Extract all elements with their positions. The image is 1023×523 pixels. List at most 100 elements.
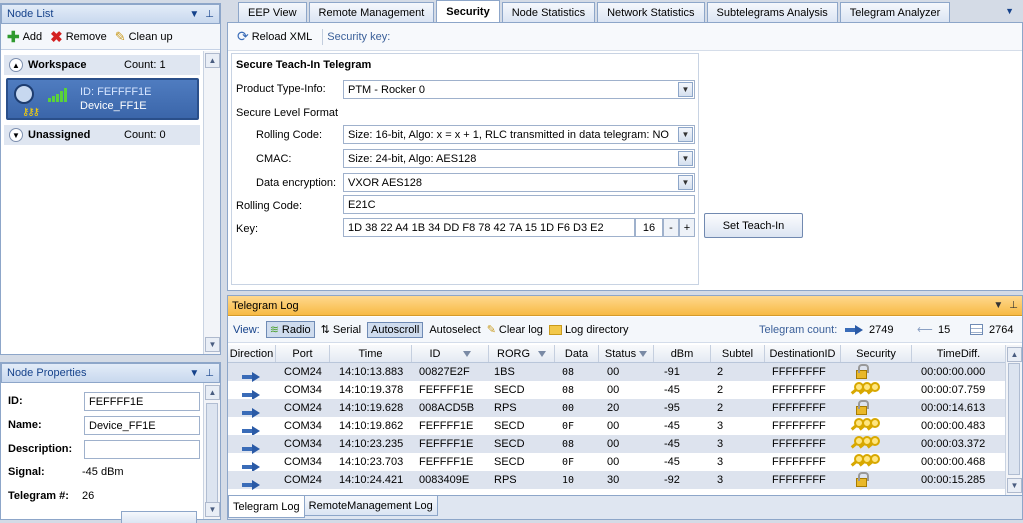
security-key-label[interactable]: Security key:	[327, 31, 390, 43]
rolling-code-select[interactable]: Size: 16-bit, Algo: x = x + 1, RLC trans…	[343, 125, 695, 144]
tab-security[interactable]: Security	[436, 0, 500, 22]
col-data[interactable]: Data	[555, 345, 599, 362]
serial-toggle[interactable]: ⇅ Serial	[321, 323, 361, 337]
table-row[interactable]: COM24 14:10:24.421 0083409E RPS 10 30 -92 3 FFFF…	[228, 471, 1006, 490]
scroll-thumb[interactable]	[206, 403, 218, 507]
cmac-select[interactable]: Size: 24-bit, Algo: AES128 ▼	[343, 149, 695, 168]
incoming-arrow-icon	[242, 407, 260, 418]
chevron-down-icon[interactable]: ▼	[678, 151, 693, 166]
expand-icon[interactable]: ▼	[9, 128, 23, 142]
node-list-scrollbar[interactable]: ▲ ▼	[203, 51, 220, 354]
log-scrollbar[interactable]: ▲ ▼	[1005, 345, 1022, 495]
filter-icon[interactable]	[639, 350, 648, 357]
cell-subtel: 3	[717, 456, 724, 468]
pin-icon[interactable]: ⊥	[205, 368, 214, 379]
col-status[interactable]: Status	[599, 345, 654, 362]
col-security[interactable]: Security	[841, 345, 912, 362]
scroll-up-button[interactable]: ▲	[205, 385, 220, 400]
product-type-select[interactable]: PTM - Rocker 0 ▼	[343, 80, 695, 99]
cell-time: 14:10:13.883	[339, 366, 404, 378]
tab-subtelegrams-analysis[interactable]: Subtelegrams Analysis	[706, 2, 838, 22]
filter-icon[interactable]	[538, 350, 546, 357]
data-encryption-select[interactable]: VXOR AES128 ▼	[343, 173, 695, 192]
tab-remote-management[interactable]: Remote Management	[308, 2, 435, 22]
log-directory-button[interactable]: Log directory	[548, 324, 629, 336]
prop-extra-button[interactable]	[121, 511, 197, 523]
col-time[interactable]: Time	[330, 345, 412, 362]
autoselect-toggle[interactable]: Autoselect	[429, 324, 480, 336]
scroll-up-button[interactable]: ▲	[205, 53, 220, 68]
device-name: Device_FF1E	[80, 100, 147, 112]
col-rorg[interactable]: RORG	[489, 345, 555, 362]
cell-status: 00	[607, 420, 620, 432]
rolling-code-input[interactable]	[343, 195, 695, 214]
table-row[interactable]: COM24 14:10:19.628 008ACD5B RPS 00 20 -95 2 FFFF…	[228, 399, 1006, 418]
col-dbm[interactable]: dBm	[654, 345, 711, 362]
prop-id-field[interactable]	[84, 392, 200, 411]
unassigned-group[interactable]: ▼ Unassigned Count: 0	[4, 125, 200, 145]
tab-network-statistics[interactable]: Network Statistics	[597, 2, 705, 22]
cell-time: 14:10:19.378	[339, 384, 404, 396]
set-teach-in-button[interactable]: Set Teach-In	[704, 213, 803, 238]
scroll-down-button[interactable]: ▼	[205, 502, 220, 517]
dropdown-icon[interactable]: ▼	[189, 9, 199, 20]
cell-port: COM24	[284, 402, 322, 414]
signal-bars-icon	[48, 88, 67, 102]
dropdown-icon[interactable]: ▼	[993, 300, 1003, 311]
tab-telegram-log[interactable]: Telegram Log	[228, 496, 305, 518]
device-item[interactable]: ⚷⚷⚷ ID: FEFFFF1E Device_FF1E	[6, 78, 199, 120]
data-encryption-label: Data encryption:	[256, 177, 337, 189]
node-properties-scrollbar[interactable]: ▲ ▼	[203, 383, 220, 519]
col-destination[interactable]: DestinationID	[765, 345, 841, 362]
autoscroll-toggle[interactable]: Autoscroll	[367, 321, 424, 338]
radio-toggle[interactable]: ≋ Radio	[265, 321, 315, 338]
scroll-down-button[interactable]: ▼	[1007, 478, 1022, 493]
chevron-down-icon[interactable]: ▼	[678, 175, 693, 190]
scroll-thumb[interactable]	[1008, 363, 1020, 475]
pin-icon[interactable]: ⊥	[205, 9, 214, 20]
table-row[interactable]: COM34 14:10:19.378 FEFFFF1E SECD 08 00 -45 2 FFF…	[228, 381, 1006, 400]
cell-dest: FFFFFFFF	[772, 438, 826, 450]
add-button[interactable]: ✚ Add	[7, 28, 42, 46]
collapse-icon[interactable]: ▲	[9, 58, 23, 72]
cell-dbm: -91	[664, 366, 680, 378]
table-row[interactable]: COM24 14:10:13.883 00827E2F 1BS 08 00 -91 2 FFFF…	[228, 363, 1006, 382]
prop-description-field[interactable]	[84, 440, 200, 459]
clean-up-button[interactable]: ✎ Clean up	[115, 29, 173, 45]
col-direction[interactable]: Direction	[228, 345, 276, 362]
scroll-down-button[interactable]: ▼	[205, 337, 220, 352]
scroll-up-button[interactable]: ▲	[1007, 347, 1022, 362]
tab-telegram-analyzer[interactable]: Telegram Analyzer	[839, 2, 951, 22]
filter-icon[interactable]	[462, 350, 471, 357]
col-id[interactable]: ID	[412, 345, 489, 362]
reload-xml-button[interactable]: ⟳ Reload XML	[237, 28, 312, 45]
cell-time: 14:10:19.862	[339, 420, 404, 432]
tab-eep-view[interactable]: EEP View	[238, 2, 307, 22]
tab-menu-icon[interactable]: ▼	[1005, 6, 1014, 16]
col-timediff[interactable]: TimeDiff.	[912, 345, 1006, 362]
key-decrement-button[interactable]: -	[663, 218, 679, 237]
prop-name-field[interactable]	[84, 416, 200, 435]
node-list-panel: Node List ▼ ⊥ ✚ Add ✖ Remove ✎ Clean up ▲ Wo…	[0, 3, 221, 355]
tab-remotemanagement-log[interactable]: RemoteManagement Log	[303, 496, 438, 516]
key-input[interactable]	[343, 218, 635, 237]
cell-status: 20	[607, 402, 620, 414]
remove-button[interactable]: ✖ Remove	[50, 28, 107, 46]
chevron-down-icon[interactable]: ▼	[678, 127, 693, 142]
dropdown-icon[interactable]: ▼	[189, 368, 199, 379]
table-row[interactable]: COM34 14:10:23.235 FEFFFF1E SECD 08 00 -45 3 FFF…	[228, 435, 1006, 454]
clear-log-button[interactable]: ✎ Clear log	[487, 323, 543, 337]
tab-node-statistics[interactable]: Node Statistics	[501, 2, 596, 22]
col-port[interactable]: Port	[276, 345, 330, 362]
table-row[interactable]: COM34 14:10:19.862 FEFFFF1E SECD 0F 00 -45 3 FFF…	[228, 417, 1006, 436]
node-list-header: Node List ▼ ⊥	[1, 4, 220, 24]
chevron-down-icon[interactable]: ▼	[678, 82, 693, 97]
col-subtel[interactable]: Subtel	[711, 345, 765, 362]
broom-icon: ✎	[114, 28, 126, 44]
tab-strip: EEP View Remote Management Security Node…	[227, 0, 1023, 23]
table-row[interactable]: COM34 14:10:23.703 FEFFFF1E SECD 0F 00 -45 3 FFF…	[228, 453, 1006, 472]
pin-icon[interactable]: ⊥	[1009, 300, 1018, 311]
workspace-group[interactable]: ▲ Workspace Count: 1	[4, 55, 200, 75]
cell-id: 0083409E	[419, 474, 470, 486]
key-increment-button[interactable]: +	[679, 218, 695, 237]
